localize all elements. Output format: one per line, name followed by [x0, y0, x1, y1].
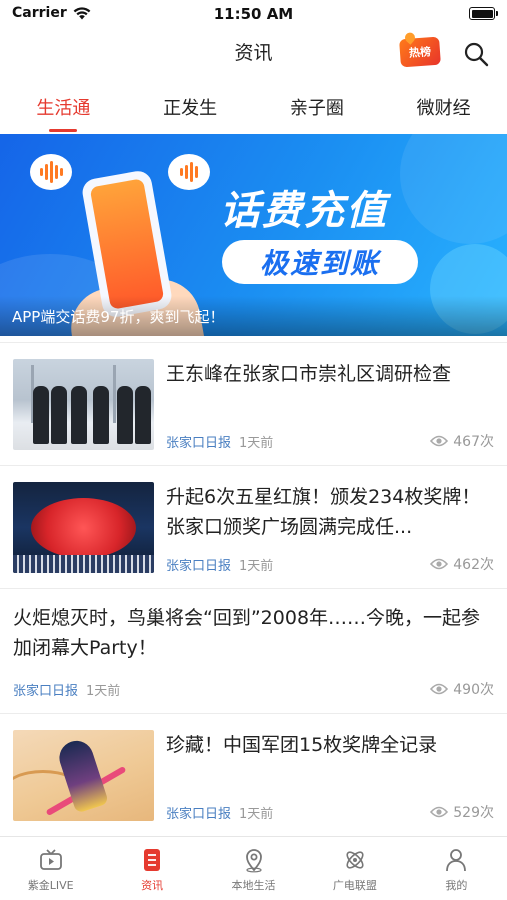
banner-subheadline: 极速到账 — [222, 240, 418, 284]
tab-life[interactable]: 生活通 — [0, 84, 127, 132]
view-count: 462次 — [453, 557, 494, 573]
eye-icon — [430, 806, 449, 818]
tabbar-item-alliance[interactable]: 广电联盟 — [304, 837, 405, 900]
channel-tabs: 生活通 正发生 亲子圈 微财经 — [0, 84, 507, 132]
news-time: 1天前 — [86, 684, 121, 699]
news-icon — [144, 849, 161, 871]
news-source[interactable]: 张家口日报 — [13, 680, 78, 699]
banner-headline: 话费充值 — [220, 188, 388, 234]
status-bar: Carrier 11:50 AM — [0, 0, 507, 28]
tv-icon — [39, 849, 62, 870]
news-time: 1天前 — [239, 559, 274, 574]
news-thumbnail — [13, 482, 154, 573]
tab-finance[interactable]: 微财经 — [380, 84, 507, 132]
status-time: 11:50 AM — [213, 5, 294, 23]
view-count: 467次 — [453, 434, 494, 450]
hot-list-button[interactable]: 热榜 — [399, 36, 441, 68]
tab-parenting[interactable]: 亲子圈 — [254, 84, 381, 132]
news-meta: 张家口日报 1天前 — [166, 555, 273, 574]
tabbar-item-profile[interactable]: 我的 — [406, 837, 507, 900]
news-views: 529次 — [430, 802, 494, 822]
news-item[interactable]: 王东峰在张家口市崇礼区调研检查 张家口日报 1天前 467次 — [0, 343, 507, 465]
tabbar-item-local[interactable]: 本地生活 — [203, 837, 304, 900]
tabbar-label: 资讯 — [141, 879, 164, 892]
news-title: 珍藏！中国军团15枚奖牌全记录 — [166, 734, 438, 756]
location-icon — [245, 849, 262, 873]
sound-wave-icon — [30, 154, 72, 190]
bottom-tab-bar: 紫金LIVE 资讯 本地生活 广电联盟 我的 — [0, 836, 507, 900]
view-count: 490次 — [453, 682, 494, 698]
news-item[interactable]: 珍藏！中国军团15枚奖牌全记录 张家口日报 1天前 529次 — [0, 714, 507, 836]
news-title: 王东峰在张家口市崇礼区调研检查 — [166, 363, 452, 385]
news-views: 490次 — [430, 679, 494, 699]
news-thumbnail — [13, 359, 154, 450]
tabbar-item-live[interactable]: 紫金LIVE — [0, 837, 101, 900]
news-meta: 张家口日报 1天前 — [166, 432, 273, 451]
sound-wave-icon — [168, 154, 210, 190]
news-source[interactable]: 张家口日报 — [166, 555, 231, 574]
news-title: 升起6次五星红旗！颁发234枚奖牌！张家口颁奖广场圆满完成任... — [166, 486, 481, 538]
promo-banner[interactable]: 话费充值 极速到账 APP端交话费97折，爽到飞起！ — [0, 134, 507, 336]
news-thumbnail — [13, 730, 154, 821]
eye-icon — [430, 435, 449, 447]
banner-caption: APP端交话费97折，爽到飞起！ — [0, 296, 507, 336]
eye-icon — [430, 683, 449, 695]
battery-icon — [469, 7, 498, 20]
tabbar-label: 紫金LIVE — [27, 879, 74, 892]
news-time: 1天前 — [239, 807, 274, 822]
atom-icon — [346, 851, 364, 869]
news-item[interactable]: 升起6次五星红旗！颁发234枚奖牌！张家口颁奖广场圆满完成任... 张家口日报 … — [0, 466, 507, 588]
tabbar-label: 我的 — [445, 879, 468, 892]
app-header: 资讯 热榜 — [0, 28, 507, 76]
tab-happening[interactable]: 正发生 — [127, 84, 254, 132]
news-title: 火炬熄灭时，鸟巢将会“回到”2008年……今晚，一起参加闭幕大Party！ — [13, 607, 481, 659]
view-count: 529次 — [453, 805, 494, 821]
news-source[interactable]: 张家口日报 — [166, 803, 231, 822]
news-meta: 张家口日报 1天前 — [13, 680, 120, 699]
tabbar-item-news[interactable]: 资讯 — [101, 837, 202, 900]
eye-icon — [430, 558, 449, 570]
news-time: 1天前 — [239, 436, 274, 451]
news-list: 王东峰在张家口市崇礼区调研检查 张家口日报 1天前 467次 升起6次五星红旗！… — [0, 342, 507, 836]
hot-list-label: 热榜 — [408, 45, 432, 60]
news-views: 462次 — [430, 554, 494, 574]
news-source[interactable]: 张家口日报 — [166, 432, 231, 451]
banner-decoration — [400, 134, 507, 244]
search-icon[interactable] — [462, 40, 490, 68]
news-meta: 张家口日报 1天前 — [166, 803, 273, 822]
user-icon — [446, 849, 467, 872]
tabbar-label: 本地生活 — [231, 879, 276, 892]
news-views: 467次 — [430, 431, 494, 451]
tabbar-label: 广电联盟 — [332, 879, 377, 892]
news-item[interactable]: 火炬熄灭时，鸟巢将会“回到”2008年……今晚，一起参加闭幕大Party！ 张家… — [0, 589, 507, 713]
